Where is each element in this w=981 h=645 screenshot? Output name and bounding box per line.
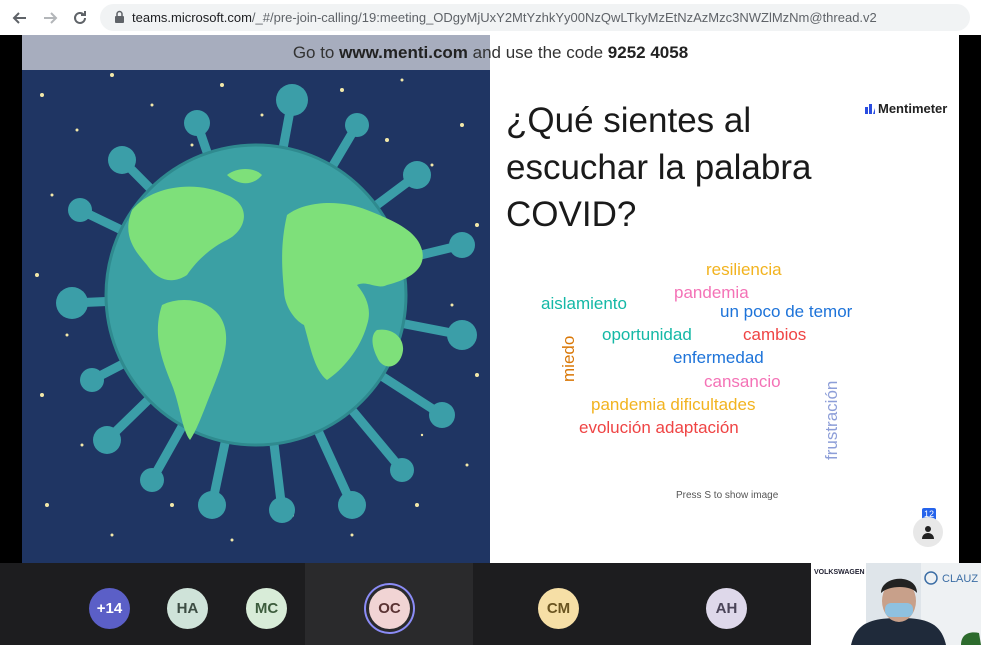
avatar-initials: OC [378,600,401,617]
back-arrow-icon [12,12,26,24]
participant-avatar-ha[interactable]: HA [167,588,208,629]
mentimeter-logo: Mentimeter [865,101,947,116]
url-path: /_#/pre-join-calling/19:meeting_ODgyMjUx… [251,10,877,25]
word-un-poco-de-temor: un poco de temor [720,302,853,321]
browser-toolbar: teams.microsoft.com/_#/pre-join-calling/… [0,0,981,36]
avatar-initials: AH [715,600,738,617]
back-button[interactable] [8,6,32,30]
banner-site: www.menti.com [339,43,468,62]
participants-button[interactable] [913,517,943,547]
avatar-initials: CM [546,600,571,617]
slide-question: ¿Qué sientes al escuchar la palabra COVI… [506,101,812,234]
brand-name: Mentimeter [878,101,948,116]
word-pandemia: pandemia [674,283,749,302]
banner-mid: and use the code [467,43,608,62]
participant-avatar-cm[interactable]: CM [538,588,579,629]
word-cansancio: cansancio [704,372,781,391]
participant-avatar-mc[interactable]: MC [246,588,287,629]
participant-strip: +14 HA MC OC CM AH VOLKSWAGEN CLAUZ [0,563,981,645]
mentimeter-icon [865,103,875,114]
reload-icon [74,11,86,24]
covid-globe-illustration [22,35,490,563]
keyboard-hint: Press S to show image [676,490,779,501]
video-logo-right: CLAUZ [942,573,979,585]
word-frustracion: frustración [822,380,841,460]
avatar-initials: MC [254,600,279,617]
participant-avatar-ah[interactable]: AH [706,588,747,629]
presentation-slide: Go to www.menti.com and use the code 925… [22,35,959,563]
banner-text: Go to www.menti.com and use the code 925… [22,43,959,63]
lock-icon [115,10,124,23]
forward-button[interactable] [38,6,62,30]
join-instructions-banner: Go to www.menti.com and use the code 925… [22,35,959,70]
avatar-initials: +14 [96,600,123,617]
avatar-initials: HA [176,600,199,617]
address-bar[interactable]: teams.microsoft.com/_#/pre-join-calling/… [100,4,970,31]
banner-code: 9252 4058 [607,43,689,62]
reload-button[interactable] [68,6,92,30]
word-oportunidad: oportunidad [602,325,692,344]
word-resiliencia: resiliencia [706,260,782,279]
word-miedo: miedo [559,335,578,382]
word-evolucion-adaptacion: evolución adaptación [579,418,739,437]
shared-screen: Go to www.menti.com and use the code 925… [0,35,981,563]
word-pandemia-dificultades: pandemia dificultades [591,395,756,414]
person-icon [922,526,934,539]
banner-pre: Go to [292,43,340,62]
word-enfermedad: enfermedad [673,348,764,367]
video-logo-left: VOLKSWAGEN [814,569,865,576]
word-cambios: cambios [743,325,807,344]
overflow-participants-avatar[interactable]: +14 [89,588,130,629]
word-aislamiento: aislamiento [541,294,627,313]
forward-arrow-icon [44,12,58,24]
participant-video-tile[interactable]: VOLKSWAGEN CLAUZ [811,563,981,645]
url-text: teams.microsoft.com/_#/pre-join-calling/… [132,10,877,25]
url-domain: teams.microsoft.com [132,10,252,25]
participant-avatar-oc-speaking[interactable]: OC [369,588,410,629]
